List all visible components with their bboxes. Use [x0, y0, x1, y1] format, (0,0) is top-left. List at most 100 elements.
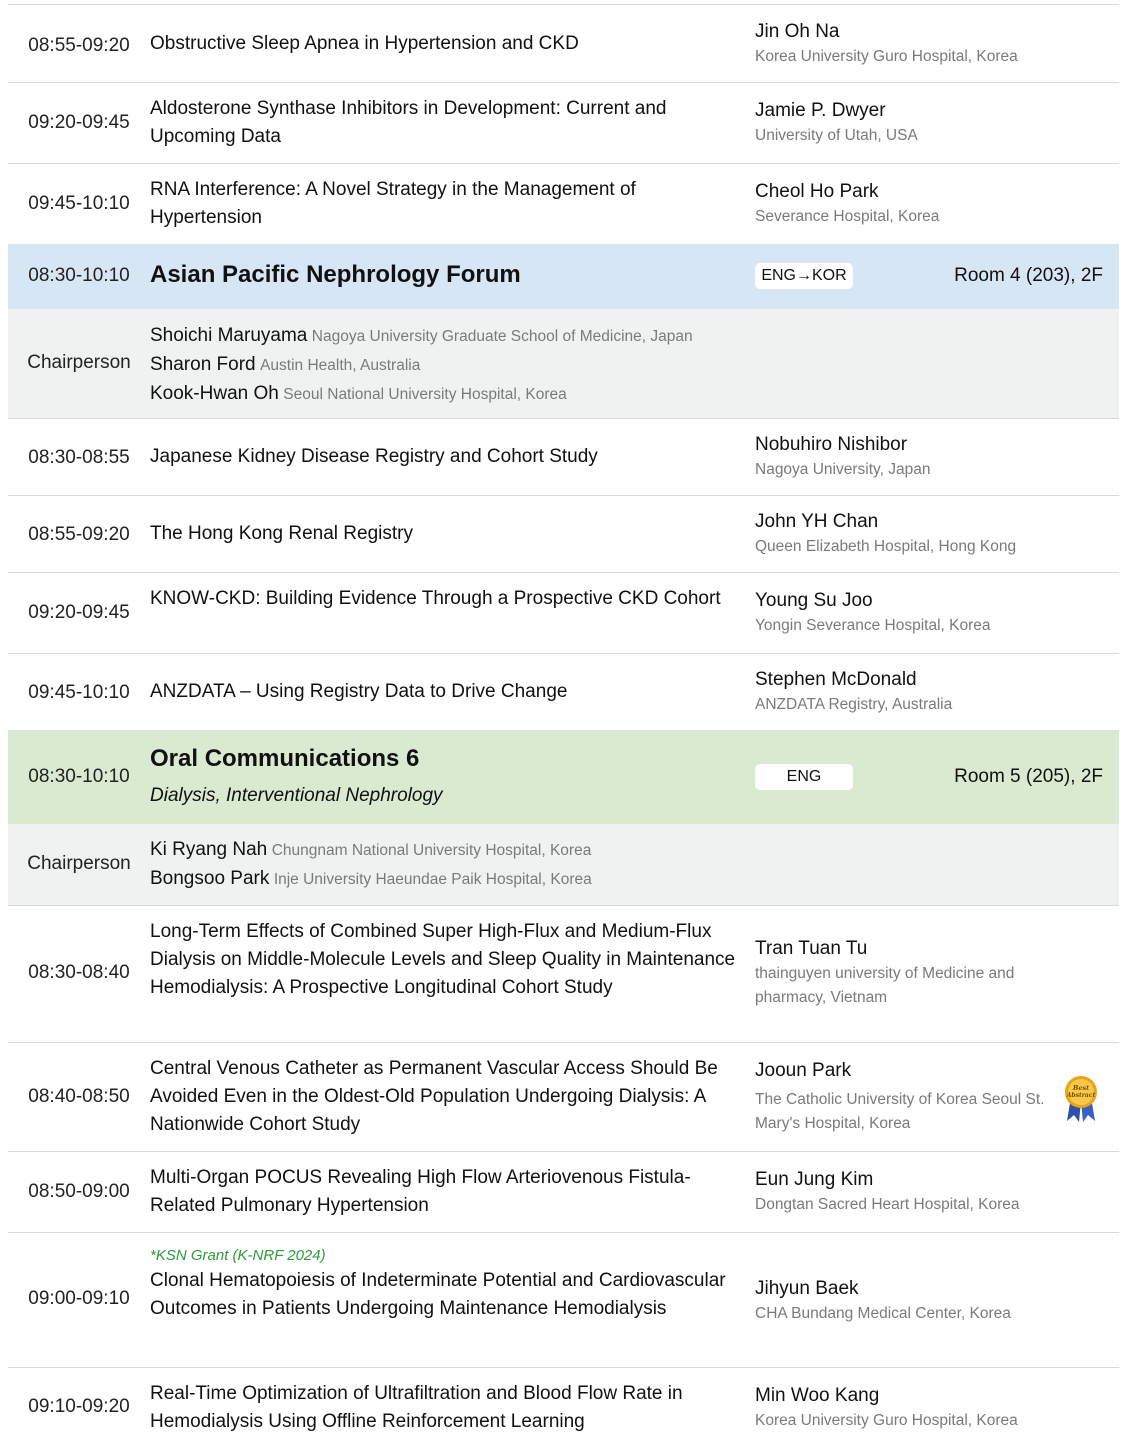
speaker-affiliation: Dongtan Sacred Heart Hospital, Korea [755, 1196, 1020, 1213]
speaker-name: Jooun Park [755, 1060, 852, 1081]
chairperson-row: Chairperson Shoichi Maruyama Nagoya Univ… [8, 309, 1119, 418]
program-row: 09:10-09:20 Real-Time Optimization of Ul… [8, 1367, 1119, 1442]
talk-title: Real-Time Optimization of Ultrafiltratio… [150, 1383, 683, 1432]
chairperson-list: Ki Ryang Nah Chungnam National Universit… [150, 836, 1050, 894]
chairperson-name: Shoichi Maruyama [150, 325, 308, 346]
talk-title: Aldosterone Synthase Inhibitors in Devel… [150, 98, 667, 147]
talk-block: *KSN Grant (K-NRF 2024) Clonal Hematopoi… [150, 1245, 750, 1323]
speaker-block: Young Su Joo Yongin Severance Hospital, … [755, 588, 1065, 638]
speaker-affiliation: ANZDATA Registry, Australia [755, 696, 953, 713]
program-row: 09:00-09:10 *KSN Grant (K-NRF 2024) Clon… [8, 1232, 1119, 1367]
chairperson-entry: Shoichi Maruyama Nagoya University Gradu… [150, 322, 1050, 351]
speaker-block: John YH Chan Queen Elizabeth Hospital, H… [755, 509, 1065, 559]
speaker-affiliation: Nagoya University, Japan [755, 461, 931, 478]
talk-title: Multi-Organ POCUS Revealing High Flow Ar… [150, 1167, 691, 1216]
program-row: 09:20-09:45 Aldosterone Synthase Inhibit… [8, 82, 1119, 163]
session-header: 08:30-10:10 Oral Communications 6 Dialys… [8, 730, 1119, 824]
talk-title: Central Venous Catheter as Permanent Vas… [150, 1058, 718, 1135]
speaker-block: Jin Oh Na Korea University Guro Hospital… [755, 19, 1065, 69]
session-title: Asian Pacific Nephrology Forum [150, 261, 521, 288]
session-header: 08:30-10:10 Asian Pacific Nephrology For… [8, 244, 1119, 309]
chairperson-entry: Bongsoo Park Inje University Haeundae Pa… [150, 865, 1050, 894]
speaker-affiliation: Yongin Severance Hospital, Korea [755, 617, 991, 634]
chairperson-entry: Sharon Ford Austin Health, Australia [150, 351, 1050, 380]
svg-text:Best: Best [1072, 1084, 1089, 1092]
best-abstract-award-icon: Best Abstract [1065, 1076, 1097, 1122]
chairperson-affiliation: Seoul National University Hospital, Kore… [283, 386, 567, 403]
talk-title: Obstructive Sleep Apnea in Hypertension … [150, 33, 579, 54]
talk-time: 09:20-09:45 [28, 112, 130, 133]
chairperson-entry: Ki Ryang Nah Chungnam National Universit… [150, 836, 1050, 865]
session-time: 08:30-10:10 [28, 766, 130, 787]
program-row: 08:55-09:20 The Hong Kong Renal Registry… [8, 495, 1119, 572]
speaker-affiliation: thainguyen university of Medicine and ph… [755, 965, 1015, 1006]
program-row: 09:45-10:10 ANZDATA – Using Registry Dat… [8, 653, 1119, 730]
session-title: Oral Communications 6 [150, 745, 420, 772]
chairperson-affiliation: Nagoya University Graduate School of Med… [311, 328, 693, 345]
talk-time: 08:50-09:00 [28, 1181, 130, 1202]
talk-time: 09:00-09:10 [28, 1288, 130, 1309]
speaker-name: Eun Jung Kim [755, 1169, 874, 1190]
language-badge: ENG [755, 764, 853, 790]
speaker-name: Jihyun Baek [755, 1278, 859, 1299]
talk-title: Clonal Hematopoiesis of Indeterminate Po… [150, 1270, 726, 1319]
talk-time: 09:20-09:45 [28, 602, 130, 623]
session-subtitle: Dialysis, Interventional Nephrology [150, 785, 443, 806]
speaker-name: Stephen McDonald [755, 669, 917, 690]
program-row: 09:45-10:10 RNA Interference: A Novel St… [8, 163, 1119, 244]
speaker-name: Nobuhiro Nishibor [755, 434, 908, 455]
chairperson-name: Kook-Hwan Oh [150, 383, 279, 404]
talk-time: 09:45-10:10 [28, 682, 130, 703]
chairperson-name: Sharon Ford [150, 354, 256, 375]
speaker-name: Jamie P. Dwyer [755, 100, 886, 121]
program-row: 09:20-09:45 KNOW-CKD: Building Evidence … [8, 572, 1119, 653]
speaker-block: Min Woo Kang Korea University Guro Hospi… [755, 1383, 1065, 1433]
chairperson-name: Ki Ryang Nah [150, 839, 268, 860]
talk-title: Long-Term Effects of Combined Super High… [150, 921, 736, 998]
talk-time: 08:55-09:20 [28, 524, 130, 545]
program-row: 08:30-08:40 Long-Term Effects of Combine… [8, 905, 1119, 1042]
talk-title: ANZDATA – Using Registry Data to Drive C… [150, 681, 568, 702]
speaker-affiliation: CHA Bundang Medical Center, Korea [755, 1305, 1011, 1322]
speaker-name: Min Woo Kang [755, 1385, 880, 1406]
talk-time: 09:45-10:10 [28, 193, 130, 214]
chairperson-label: Chairperson [27, 352, 131, 373]
speaker-name: Tran Tuan Tu [755, 938, 868, 959]
chairperson-list: Shoichi Maruyama Nagoya University Gradu… [150, 322, 1050, 409]
speaker-block: Stephen McDonald ANZDATA Registry, Austr… [755, 667, 1065, 717]
speaker-block: Cheol Ho Park Severance Hospital, Korea [755, 179, 1065, 229]
program-row: 08:55-09:20 Obstructive Sleep Apnea in H… [8, 4, 1119, 82]
program-row: 08:30-08:55 Japanese Kidney Disease Regi… [8, 418, 1119, 495]
speaker-affiliation: The Catholic University of Korea Seoul S… [755, 1091, 1045, 1132]
speaker-name: Cheol Ho Park [755, 181, 879, 202]
speaker-affiliation: Queen Elizabeth Hospital, Hong Kong [755, 538, 1017, 555]
session-room: Room 4 (203), 2F [954, 265, 1103, 286]
session-room: Room 5 (205), 2F [954, 766, 1103, 787]
speaker-name: John YH Chan [755, 511, 879, 532]
chairperson-entry: Kook-Hwan Oh Seoul National University H… [150, 380, 1050, 409]
speaker-block: Jamie P. Dwyer University of Utah, USA [755, 98, 1065, 148]
grant-note: *KSN Grant (K-NRF 2024) [150, 1247, 326, 1264]
talk-time: 09:10-09:20 [28, 1396, 130, 1417]
speaker-block: Jihyun Baek CHA Bundang Medical Center, … [755, 1276, 1065, 1326]
svg-text:Abstract: Abstract [1066, 1092, 1096, 1099]
chairperson-name: Bongsoo Park [150, 868, 270, 889]
talk-time: 08:30-08:40 [28, 962, 130, 983]
speaker-block: Eun Jung Kim Dongtan Sacred Heart Hospit… [755, 1167, 1065, 1217]
session-time: 08:30-10:10 [28, 265, 130, 286]
speaker-block: Tran Tuan Tu thainguyen university of Me… [755, 936, 1065, 1010]
speaker-name: Jin Oh Na [755, 21, 840, 42]
program-row: 08:50-09:00 Multi-Organ POCUS Revealing … [8, 1151, 1119, 1232]
speaker-name: Young Su Joo [755, 590, 873, 611]
speaker-affiliation: Severance Hospital, Korea [755, 208, 940, 225]
program-row: 08:40-08:50 Central Venous Catheter as P… [8, 1042, 1119, 1151]
speaker-affiliation: University of Utah, USA [755, 127, 918, 144]
chairperson-affiliation: Chungnam National University Hospital, K… [271, 842, 592, 859]
talk-time: 08:55-09:20 [28, 35, 130, 56]
talk-time: 08:40-08:50 [28, 1086, 130, 1107]
chairperson-row: Chairperson Ki Ryang Nah Chungnam Nation… [8, 824, 1119, 905]
talk-title: KNOW-CKD: Building Evidence Through a Pr… [150, 588, 721, 609]
talk-title: The Hong Kong Renal Registry [150, 523, 413, 544]
speaker-affiliation: Korea University Guro Hospital, Korea [755, 1412, 1018, 1429]
talk-title: RNA Interference: A Novel Strategy in th… [150, 179, 636, 228]
